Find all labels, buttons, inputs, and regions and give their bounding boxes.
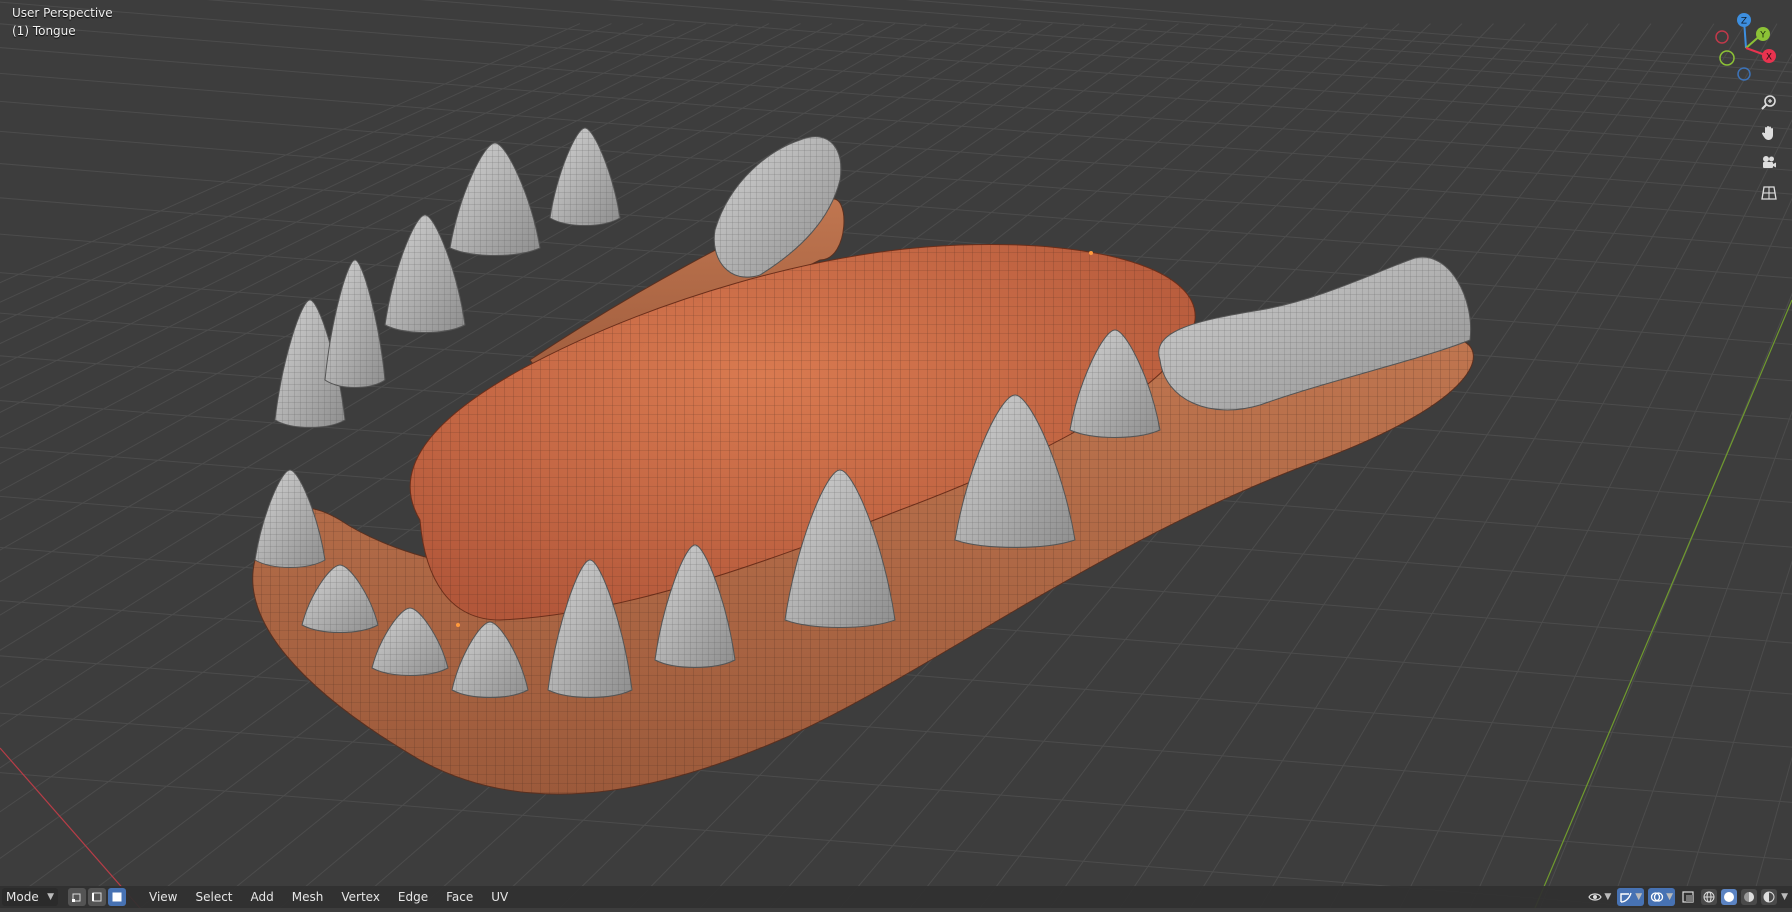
mode-dropdown-label: Mode: [6, 890, 39, 904]
grid-line: [1016, 0, 1792, 64]
active-object-label: (1) Tongue: [12, 24, 76, 38]
edge-select-icon: [92, 892, 102, 902]
chevron-down-icon: ▼: [47, 892, 54, 902]
menu-uv[interactable]: UV: [482, 886, 517, 908]
hand-pan-icon[interactable]: [1756, 120, 1782, 146]
vertex-dot: [456, 623, 460, 627]
navigation-gizmo[interactable]: Z Y X: [1710, 8, 1780, 84]
3d-viewport[interactable]: User Perspective (1) Tongue Z Y X Mode ▼…: [0, 0, 1792, 912]
grid-line: [607, 0, 1792, 97]
x-axis-line: [0, 747, 141, 909]
shading-solid-button[interactable]: [1721, 889, 1738, 905]
chevron-down-icon: ▼: [1604, 892, 1612, 902]
grid-line: [419, 0, 1792, 113]
header-right-tools: ▼ ▼ ▼ ▼: [1586, 888, 1788, 906]
rendered-sphere-icon: [1763, 891, 1775, 903]
solid-sphere-icon: [1724, 892, 1735, 902]
face-select-button[interactable]: [108, 888, 126, 906]
shading-wireframe-button[interactable]: [1701, 889, 1718, 905]
xray-icon: [1682, 891, 1694, 903]
gizmo-x-label: X: [1766, 53, 1772, 63]
menu-edge[interactable]: Edge: [389, 886, 437, 908]
tooth-wireframe: [325, 260, 385, 388]
gizmo-z-label: Z: [1741, 17, 1747, 27]
gizmo-neg-z: [1737, 67, 1751, 81]
wireframe-sphere-icon: [1703, 891, 1715, 903]
menu-select[interactable]: Select: [186, 886, 241, 908]
menu-add[interactable]: Add: [242, 886, 283, 908]
visibility-dropdown[interactable]: ▼: [1586, 888, 1613, 906]
gizmo-toggle[interactable]: ▼: [1617, 888, 1645, 906]
y-axis-line: [1534, 299, 1792, 909]
origin-dot: [1089, 251, 1093, 255]
tooth-wireframe: [550, 128, 620, 226]
overlays-toggle[interactable]: ▼: [1648, 888, 1676, 906]
camera-icon[interactable]: [1756, 150, 1782, 176]
grid-line: [0, 712, 1792, 861]
eye-icon: [1588, 893, 1602, 901]
shading-material-button[interactable]: [1741, 889, 1758, 905]
chevron-down-icon: ▼: [1666, 892, 1674, 902]
shading-rendered-button[interactable]: [1761, 889, 1778, 905]
grid-line: [0, 100, 1792, 249]
vertex-select-button[interactable]: [68, 888, 86, 906]
header-menus: View Select Add Mesh Vertex Edge Face UV: [140, 886, 517, 908]
menu-vertex[interactable]: Vertex: [332, 886, 389, 908]
grid-perspective-icon[interactable]: [1756, 180, 1782, 206]
menu-face[interactable]: Face: [437, 886, 482, 908]
select-mode-group: [68, 888, 126, 906]
zoom-icon[interactable]: [1756, 90, 1782, 116]
grid-line: [0, 23, 1792, 171]
gizmo-y-label: Y: [1759, 31, 1766, 41]
shading-chevron-down-icon[interactable]: ▼: [1781, 892, 1788, 902]
grid-line: [0, 47, 1792, 195]
face-select-icon: [112, 892, 122, 902]
overlays-icon: [1651, 892, 1664, 902]
view-name-label: User Perspective: [12, 6, 113, 20]
gizmo-neg-y: [1719, 50, 1735, 66]
gizmo-arrows-icon: [1620, 892, 1632, 903]
mode-dropdown[interactable]: Mode ▼: [2, 888, 58, 906]
vertex-select-icon: [72, 893, 81, 902]
chevron-down-icon: ▼: [1635, 892, 1643, 902]
grid-line: [206, 0, 1792, 130]
grid-line: [0, 72, 1792, 221]
viewport-header: Mode ▼ View Select Add Mesh Vertex Edge …: [0, 886, 1792, 908]
tooth-wireframe: [450, 143, 540, 256]
edge-select-button[interactable]: [88, 888, 106, 906]
menu-mesh[interactable]: Mesh: [283, 886, 333, 908]
material-sphere-icon: [1744, 892, 1755, 902]
grid-line: [1539, 292, 1792, 909]
viewport-scene[interactable]: [0, 0, 1792, 912]
navigation-buttons: [1756, 90, 1784, 210]
xray-toggle[interactable]: [1679, 888, 1697, 906]
gizmo-neg-x: [1715, 30, 1729, 44]
tooth-wireframe: [255, 470, 325, 568]
grid-line: [1259, 23, 1778, 909]
menu-view[interactable]: View: [140, 886, 186, 908]
